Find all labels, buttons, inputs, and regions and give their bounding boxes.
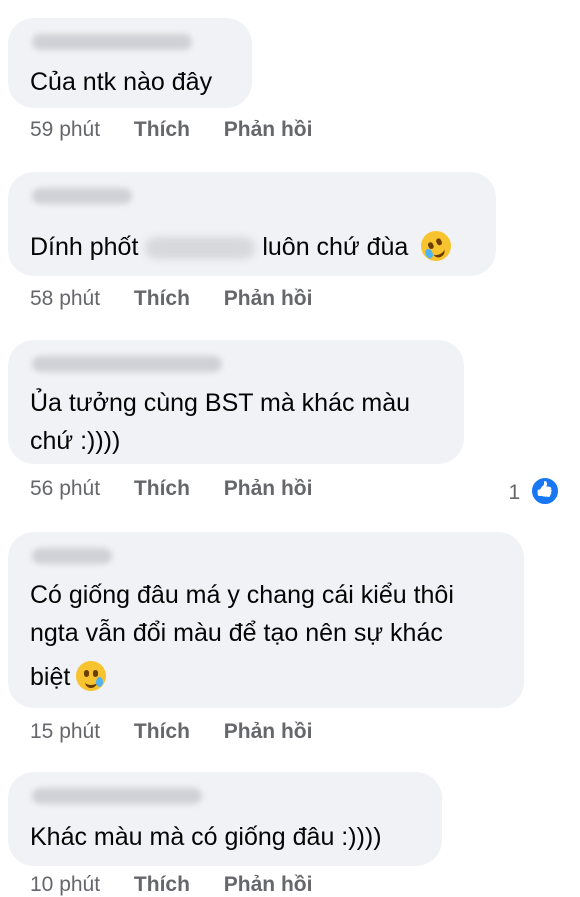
like-button[interactable]: Thích [134, 118, 190, 141]
comment-text: Dính phốt luôn chứ đùa [30, 226, 480, 266]
rofl-emoji-icon [416, 226, 457, 266]
smiling-tear-emoji-icon [76, 661, 107, 691]
comment-meta: 10 phút Thích Phản hồi [30, 873, 340, 897]
author-name-blurred[interactable] [32, 356, 222, 372]
like-button[interactable]: Thích [134, 287, 190, 310]
reply-button[interactable]: Phản hồi [224, 873, 313, 896]
reply-button[interactable]: Phản hồi [224, 287, 313, 310]
comment-text: Của ntk nào đây [30, 68, 213, 96]
reply-button[interactable]: Phản hồi [224, 720, 313, 743]
comment-time[interactable]: 15 phút [30, 720, 100, 743]
reply-button[interactable]: Phản hồi [224, 118, 313, 141]
reply-button[interactable]: Phản hồi [224, 477, 313, 500]
comment-bubble[interactable]: Ủa tưởng cùng BST mà khác màu chứ :)))) [8, 340, 464, 464]
like-button[interactable]: Thích [134, 720, 190, 743]
like-button[interactable]: Thích [134, 873, 190, 896]
comment-time[interactable]: 59 phút [30, 118, 100, 141]
comment-text: Khác màu mà có giống đâu :)))) [30, 823, 382, 851]
author-name-blurred[interactable] [32, 548, 112, 564]
comment-text: Có giống đâu má y chang cái kiểu thôi ng… [30, 581, 454, 691]
like-thumb-icon [530, 476, 560, 506]
author-name-blurred[interactable] [32, 788, 202, 804]
author-name-blurred[interactable] [32, 188, 132, 204]
author-name-blurred[interactable] [32, 34, 192, 50]
comment-meta: 59 phút Thích Phản hồi [30, 118, 340, 142]
blurred-word [145, 237, 256, 259]
comment-meta: 58 phút Thích Phản hồi [30, 287, 340, 311]
comment-bubble[interactable]: Khác màu mà có giống đâu :)))) [8, 772, 442, 866]
comment-meta: 15 phút Thích Phản hồi [30, 720, 340, 744]
comment-time[interactable]: 58 phút [30, 287, 100, 310]
comment-bubble[interactable]: Có giống đâu má y chang cái kiểu thôi ng… [8, 532, 524, 708]
comment-time[interactable]: 56 phút [30, 477, 100, 500]
comment-text: Ủa tưởng cùng BST mà khác màu chứ :)))) [30, 389, 411, 455]
reaction-count[interactable]: 1 [508, 476, 560, 506]
comment-bubble[interactable]: Dính phốt luôn chứ đùa [8, 172, 496, 276]
like-button[interactable]: Thích [134, 477, 190, 500]
comment-time[interactable]: 10 phút [30, 873, 100, 896]
comment-bubble[interactable]: Của ntk nào đây [8, 18, 252, 108]
comment-meta: 56 phút Thích Phản hồi [30, 477, 340, 501]
